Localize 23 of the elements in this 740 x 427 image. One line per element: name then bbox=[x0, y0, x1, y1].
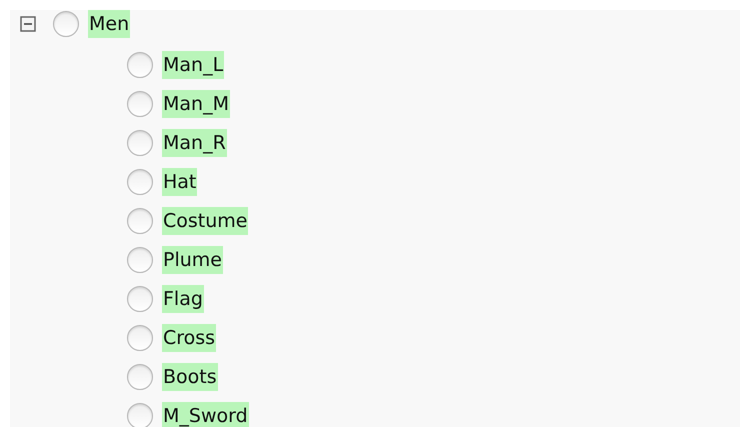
radio-button[interactable] bbox=[127, 286, 153, 312]
node-label[interactable]: Flag bbox=[162, 285, 204, 313]
node-label[interactable]: Plume bbox=[162, 246, 223, 274]
radio-button[interactable] bbox=[127, 325, 153, 351]
node-label[interactable]: Man_R bbox=[162, 129, 227, 157]
node-label[interactable]: Men bbox=[88, 10, 130, 38]
radio-button[interactable] bbox=[53, 11, 79, 37]
node-label[interactable]: Cross bbox=[162, 324, 216, 352]
collapse-icon[interactable] bbox=[20, 16, 36, 32]
radio-button[interactable] bbox=[127, 364, 153, 390]
radio-button[interactable] bbox=[127, 130, 153, 156]
node-label[interactable]: M_Sword bbox=[162, 402, 249, 427]
radio-button[interactable] bbox=[127, 403, 153, 427]
radio-button[interactable] bbox=[127, 247, 153, 273]
node-label[interactable]: Boots bbox=[162, 363, 218, 391]
radio-button[interactable] bbox=[127, 169, 153, 195]
node-label[interactable]: Costume bbox=[162, 207, 248, 235]
radio-button[interactable] bbox=[127, 52, 153, 78]
radio-button[interactable] bbox=[127, 208, 153, 234]
node-label[interactable]: Hat bbox=[162, 168, 198, 196]
node-label[interactable]: Man_M bbox=[162, 90, 230, 118]
node-label[interactable]: Man_L bbox=[162, 51, 224, 79]
radio-button[interactable] bbox=[127, 91, 153, 117]
